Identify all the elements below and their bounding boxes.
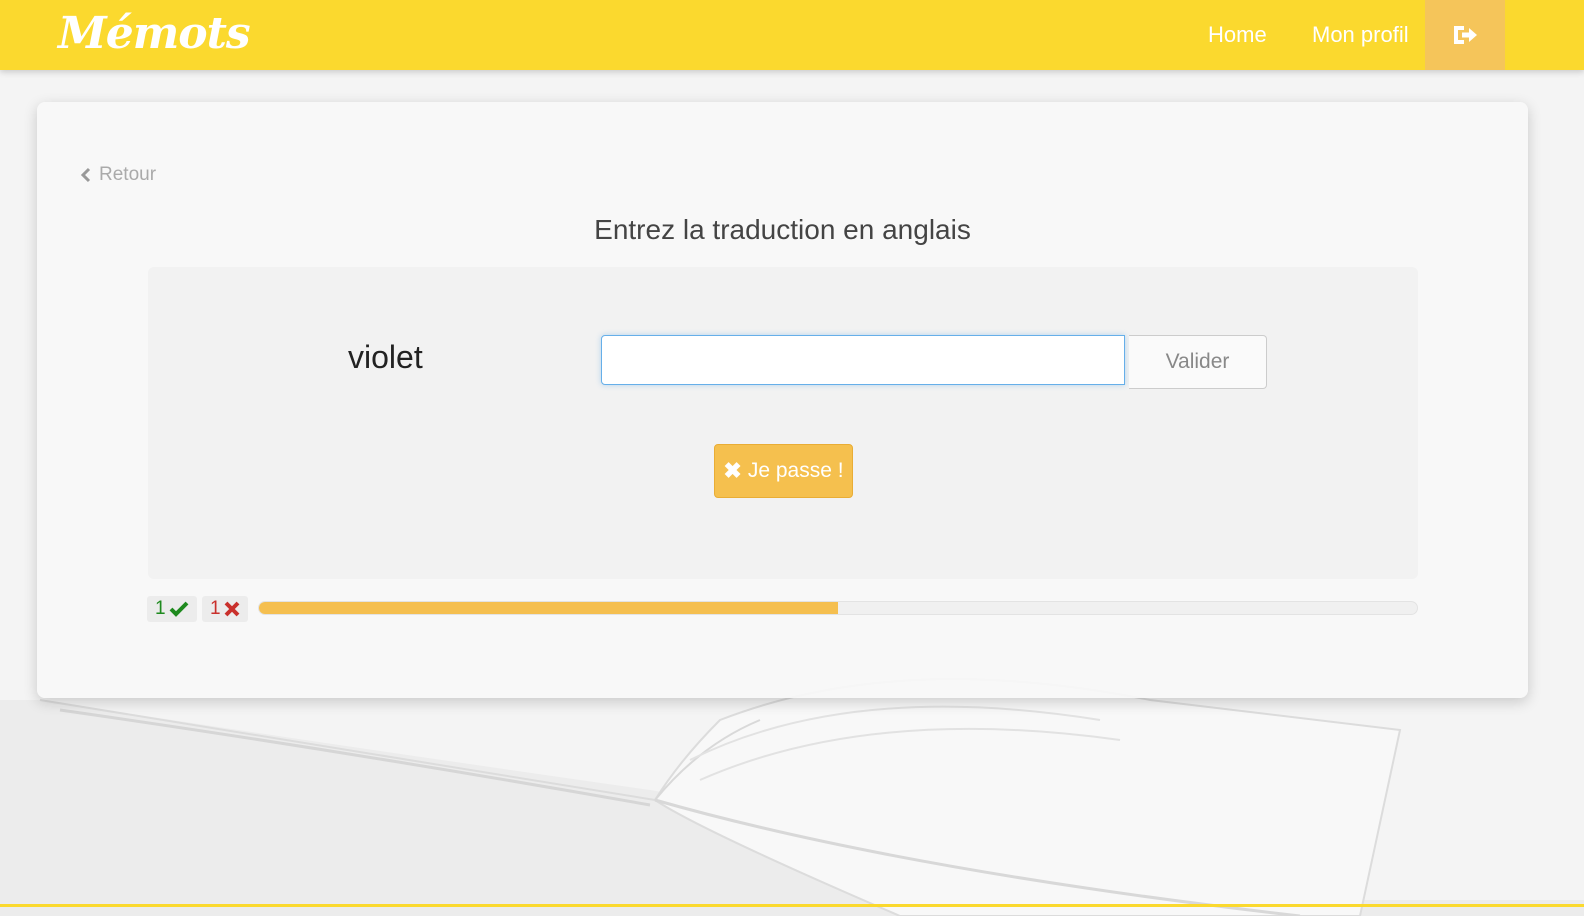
skip-button[interactable]: ✖ Je passe ! — [714, 444, 853, 498]
logout-button[interactable] — [1425, 0, 1505, 70]
close-icon: ✖ — [723, 458, 742, 483]
skip-label: Je passe ! — [747, 459, 844, 482]
back-link[interactable]: Retour — [79, 164, 156, 186]
progress-bar-fill — [259, 602, 838, 614]
validate-button[interactable]: Valider — [1129, 335, 1267, 389]
wrong-count-badge: 1 — [202, 596, 248, 622]
answer-input[interactable] — [601, 335, 1125, 385]
sign-out-icon — [1454, 26, 1477, 44]
chevron-left-icon — [80, 167, 91, 183]
wrong-count: 1 — [210, 598, 221, 619]
word-to-translate: violet — [348, 339, 423, 375]
bottom-accent-line — [0, 904, 1584, 907]
nav-home-link[interactable]: Home — [1208, 0, 1267, 70]
instruction-title: Entrez la traduction en anglais — [594, 214, 971, 245]
quiz-panel: violet Valider ✖ Je passe ! — [148, 267, 1418, 579]
quiz-card: Retour Entrez la traduction en anglais v… — [37, 102, 1528, 698]
correct-count: 1 — [155, 598, 166, 619]
cross-icon — [224, 601, 239, 617]
nav-profile-link[interactable]: Mon profil — [1312, 0, 1409, 70]
correct-count-badge: 1 — [147, 596, 197, 622]
top-navbar: Mémots Home Mon profil — [0, 0, 1584, 70]
back-label: Retour — [99, 164, 157, 185]
check-icon — [169, 601, 188, 617]
progress-bar — [258, 601, 1418, 615]
brand-logo[interactable]: Mémots — [58, 4, 251, 64]
